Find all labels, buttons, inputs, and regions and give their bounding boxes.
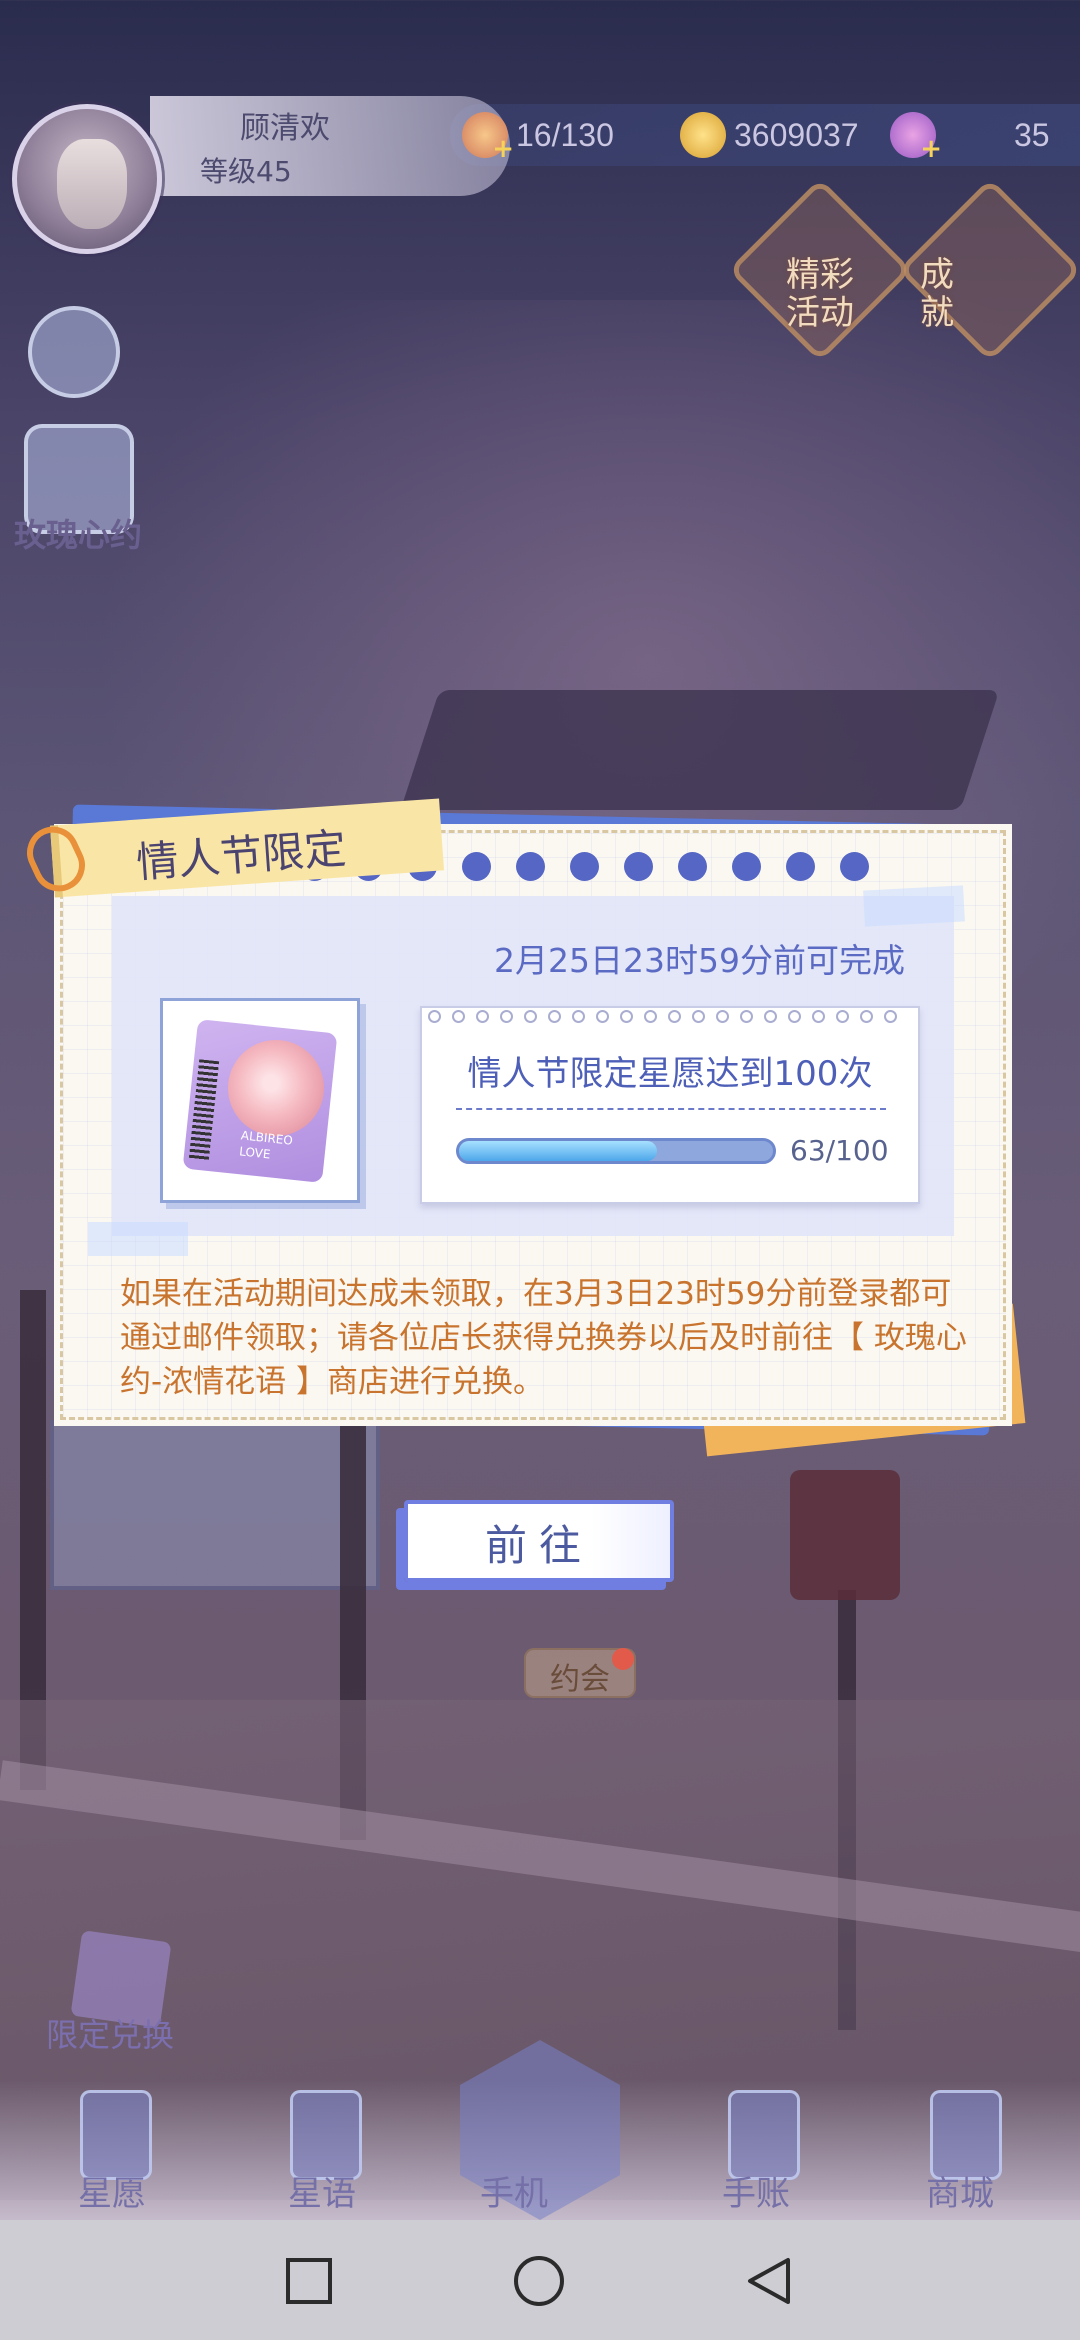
hole (740, 1010, 753, 1023)
player-level: 等级45 (200, 155, 292, 188)
hole (764, 1010, 777, 1023)
back-button[interactable] (742, 2254, 796, 2308)
dot (570, 852, 599, 881)
player-name: 顾清欢 (240, 111, 330, 146)
hole (572, 1010, 585, 1023)
gold-value: 3609037 (734, 116, 859, 153)
task-description: 情人节限定星愿达到100次 (467, 1054, 873, 1094)
shelter-poster (50, 1420, 380, 1590)
notebook-holes (428, 1010, 897, 1023)
task-card (420, 1006, 920, 1204)
dot (462, 852, 491, 881)
limit-exchange-label: 限定兑换 (46, 2016, 175, 2054)
nav-label-journal: 手账 (722, 2174, 790, 2214)
avatar-face (57, 139, 127, 229)
dashed-divider (456, 1108, 886, 1110)
bus-shelter-roof (400, 690, 1000, 810)
player-avatar[interactable] (12, 104, 162, 254)
progress-bar (456, 1138, 776, 1164)
deadline-text: 2月25日23时59分前可完成 (494, 941, 905, 980)
notice-text: 如果在活动期间达成未领取，在3月3日23时59分前登录都可通过邮件领取；请各位店… (120, 1276, 967, 1400)
nav-label-starwords: 星语 (288, 2174, 356, 2214)
tape-decoration (88, 1222, 188, 1256)
rose-promise-label: 玫瑰心约 (14, 516, 143, 554)
square-icon (286, 2258, 332, 2304)
gold-coin-icon (680, 112, 726, 158)
circle-icon (514, 2256, 564, 2306)
dot (516, 852, 545, 881)
stamina-counter[interactable]: + 16/130 (462, 112, 614, 164)
hole (452, 1010, 465, 1023)
ticket-text: ALBIREO LOVE (238, 1127, 294, 1164)
nav-label-shop: 商城 (926, 2174, 994, 2214)
tape-decoration (863, 885, 965, 927)
stamina-value: 16/130 (516, 116, 614, 153)
progress-text: 63/100 (790, 1134, 889, 1167)
events-label: 精彩 活动 (786, 255, 854, 333)
back-triangle-icon (748, 2258, 790, 2304)
hole (596, 1010, 609, 1023)
hole (716, 1010, 729, 1023)
notes-button[interactable] (28, 306, 120, 398)
notification-dot (612, 1648, 634, 1670)
hole (644, 1010, 657, 1023)
dot (732, 852, 761, 881)
dot (678, 852, 707, 881)
recents-button[interactable] (282, 2254, 336, 2308)
hole (500, 1010, 513, 1023)
hole (620, 1010, 633, 1023)
hole (692, 1010, 705, 1023)
plus-icon: + (920, 134, 942, 164)
rose-icon (228, 1040, 324, 1136)
hole (836, 1010, 849, 1023)
hole (428, 1010, 441, 1023)
go-button-label: 前往 (484, 1521, 593, 1570)
hole (812, 1010, 825, 1023)
dot (624, 852, 653, 881)
hole (788, 1010, 801, 1023)
achievements-label: 成 就 (920, 255, 954, 333)
dot (840, 852, 869, 881)
hole (476, 1010, 489, 1023)
hole (860, 1010, 873, 1023)
nav-label-phone: 手机 (480, 2174, 548, 2214)
plus-icon: + (492, 134, 514, 164)
gold-counter[interactable]: 3609037 (680, 112, 859, 158)
stamina-icon: + (462, 112, 514, 164)
hole (524, 1010, 537, 1023)
street-lamp (790, 1470, 900, 1600)
gem-counter[interactable]: + 35 (890, 112, 1050, 164)
home-button[interactable] (512, 2254, 566, 2308)
dot (786, 852, 815, 881)
gem-icon: + (890, 112, 942, 164)
gem-value: 35 (1014, 116, 1050, 153)
progress-fill (459, 1141, 657, 1161)
nav-label-wish: 星愿 (78, 2174, 146, 2214)
hole (548, 1010, 561, 1023)
ticket-text-love: LOVE (238, 1144, 272, 1162)
hole (668, 1010, 681, 1023)
hole (884, 1010, 897, 1023)
